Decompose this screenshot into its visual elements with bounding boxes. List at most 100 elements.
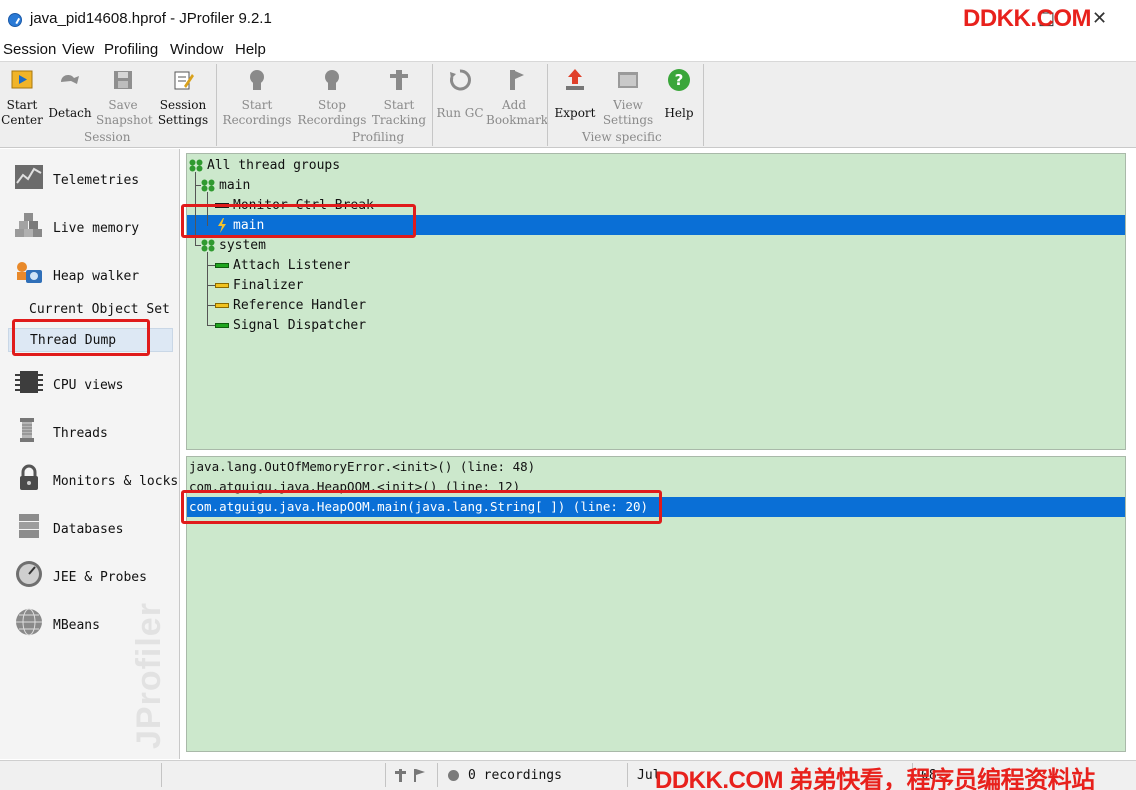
tree-node-finalizer[interactable]: Finalizer xyxy=(187,275,1125,295)
window-title: java_pid14608.hprof - JProfiler 9.2.1 xyxy=(30,10,272,27)
save-snapshot-button[interactable]: Save Snapshot xyxy=(96,66,153,128)
session-settings-button[interactable]: Session Settings xyxy=(154,66,212,128)
close-icon[interactable]: ✕ xyxy=(1092,8,1107,29)
jee-probes-icon xyxy=(16,561,42,587)
menu-window[interactable]: Window xyxy=(170,41,223,58)
thread-tree-panel: All thread groups main Monitor Ctrl-Brea… xyxy=(186,153,1126,450)
recording-indicator-icon xyxy=(448,770,459,781)
status-cell xyxy=(161,763,385,787)
thread-group-icon xyxy=(201,179,215,192)
mbeans-globe-icon xyxy=(16,608,42,636)
start-center-icon xyxy=(11,70,33,89)
start-tracking-button[interactable]: Start Tracking xyxy=(370,66,428,128)
threads-icon xyxy=(20,418,34,442)
menu-session[interactable]: Session xyxy=(3,41,56,58)
tree-connector xyxy=(207,192,208,226)
nav-threads[interactable]: Threads xyxy=(0,408,179,448)
add-bookmark-icon xyxy=(510,70,524,90)
tree-connector xyxy=(207,305,215,306)
databases-icon xyxy=(19,514,39,538)
toolbar-separator xyxy=(432,64,433,146)
start-center-button[interactable]: Start Center xyxy=(0,66,44,128)
tree-node-thread-main[interactable]: main xyxy=(187,215,1125,235)
tree-connector xyxy=(207,325,215,326)
lock-icon xyxy=(20,464,38,490)
live-memory-icon xyxy=(15,213,42,237)
toolbar-group-profiling: Profiling xyxy=(352,130,405,144)
start-recordings-icon xyxy=(250,70,264,90)
jprofiler-brand-watermark: JProfiler xyxy=(130,602,168,749)
tree-node-all-thread-groups[interactable]: All thread groups xyxy=(187,155,1125,175)
tree-connector xyxy=(195,172,196,246)
status-cell-recordings[interactable]: 0 recordings xyxy=(437,763,627,787)
menu-bar: Session View Profiling Window Help xyxy=(0,40,1136,60)
thread-group-icon xyxy=(201,239,215,252)
detach-icon xyxy=(61,74,79,84)
stack-frame[interactable]: java.lang.OutOfMemoryError.<init>() (lin… xyxy=(187,457,1125,477)
nav-telemetries[interactable]: Telemetries xyxy=(0,155,179,195)
nav-current-object-set[interactable]: Current Object Set xyxy=(8,298,173,322)
toolbar-separator xyxy=(547,64,548,146)
telemetries-icon xyxy=(15,165,43,189)
tree-connector xyxy=(207,285,215,286)
tree-connector xyxy=(195,245,201,246)
thread-state-icon xyxy=(215,203,229,208)
cpu-views-icon xyxy=(15,371,43,393)
nav-cpu-views[interactable]: CPU views xyxy=(0,360,179,400)
view-settings-button[interactable]: View Settings xyxy=(599,66,657,128)
tree-node-monitor-ctrl-break[interactable]: Monitor Ctrl-Break xyxy=(187,195,1125,215)
stop-recordings-button[interactable]: Stop Recordings xyxy=(296,66,368,128)
thread-state-icon xyxy=(215,303,229,308)
nav-jee-probes[interactable]: JEE & Probes xyxy=(0,552,179,592)
title-bar: java_pid14608.hprof - JProfiler 9.2.1 □ … xyxy=(0,0,1136,40)
stack-frame[interactable]: com.atguigu.java.HeapOOM.<init>() (line:… xyxy=(187,477,1125,497)
export-button[interactable]: Export xyxy=(551,66,599,128)
tree-node-signal-dispatcher[interactable]: Signal Dispatcher xyxy=(187,315,1125,335)
thread-state-icon xyxy=(215,283,229,288)
tree-connector xyxy=(207,205,215,206)
help-button[interactable]: ? Help xyxy=(660,66,698,128)
tree-node-reference-handler[interactable]: Reference Handler xyxy=(187,295,1125,315)
tree-node-group-system[interactable]: system xyxy=(187,235,1125,255)
nav-heap-walker[interactable]: Heap walker xyxy=(0,251,179,291)
status-cell-tracking xyxy=(385,763,437,787)
thread-state-icon xyxy=(215,263,229,268)
menu-view[interactable]: View xyxy=(62,41,94,58)
lightning-icon xyxy=(218,218,226,233)
run-gc-icon xyxy=(450,69,471,91)
stack-trace-panel: java.lang.OutOfMemoryError.<init>() (lin… xyxy=(186,456,1126,752)
menu-help[interactable]: Help xyxy=(235,41,266,58)
nav-thread-dump[interactable]: Thread Dump xyxy=(8,328,173,352)
nav-monitors-locks[interactable]: Monitors & locks xyxy=(0,456,179,496)
thread-group-icon xyxy=(189,159,203,172)
detach-button[interactable]: Detach xyxy=(46,66,94,128)
svg-text:?: ? xyxy=(675,71,684,89)
heap-walker-icon xyxy=(17,262,42,283)
start-tracking-icon xyxy=(390,70,408,90)
stack-frame-selected[interactable]: com.atguigu.java.HeapOOM.main(java.lang.… xyxy=(187,497,1125,517)
watermark-top: DDKK.COM xyxy=(963,5,1092,32)
menu-profiling[interactable]: Profiling xyxy=(104,41,158,58)
left-nav: Telemetries Live memory Heap walker Curr… xyxy=(0,149,180,759)
toolbar-separator xyxy=(703,64,704,146)
export-icon xyxy=(566,69,584,90)
toolbar: Start Center Detach Save Snapshot Sessio… xyxy=(0,61,1136,148)
tree-connector xyxy=(207,252,208,326)
toolbar-separator xyxy=(216,64,217,146)
tree-node-group-main[interactable]: main xyxy=(187,175,1125,195)
watermark-bottom: DDKK.COM 弟弟快看，程序员编程资料站 xyxy=(655,767,1095,790)
add-bookmark-button[interactable]: Add Bookmark xyxy=(486,66,548,128)
tree-connector xyxy=(195,185,201,186)
tracking-flag-icon xyxy=(395,769,425,782)
toolbar-group-session: Session xyxy=(84,130,131,144)
thread-state-icon xyxy=(215,323,229,328)
stop-recordings-icon xyxy=(325,70,339,90)
nav-databases[interactable]: Databases xyxy=(0,504,179,544)
save-icon xyxy=(114,71,132,89)
tree-node-attach-listener[interactable]: Attach Listener xyxy=(187,255,1125,275)
toolbar-group-view-specific: View specific xyxy=(582,130,662,144)
nav-live-memory[interactable]: Live memory xyxy=(0,203,179,243)
run-gc-button[interactable]: Run GC xyxy=(436,66,484,128)
start-recordings-button[interactable]: Start Recordings xyxy=(222,66,292,128)
view-settings-icon xyxy=(618,72,638,88)
